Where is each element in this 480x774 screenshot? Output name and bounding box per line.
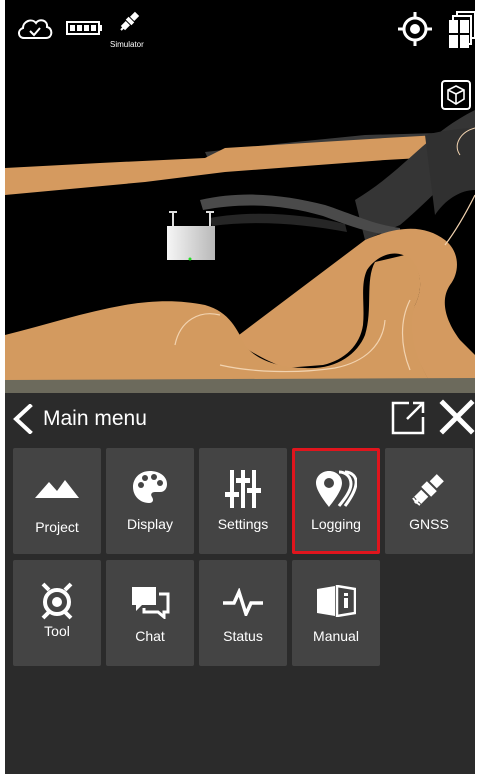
chevron-left-icon <box>13 404 33 434</box>
sliders-icon <box>225 470 261 508</box>
menu-header: Main menu <box>5 393 475 443</box>
close-icon[interactable] <box>439 399 475 435</box>
external-window-icon[interactable] <box>391 401 425 435</box>
pulse-icon <box>223 588 263 616</box>
menu-item-display[interactable]: Display <box>106 448 194 554</box>
locate-target-icon[interactable] <box>398 12 432 46</box>
menu-item-label: Settings <box>217 516 269 532</box>
palette-icon <box>133 471 167 503</box>
menu-item-project[interactable]: Project <box>13 448 101 554</box>
menu-item-label: Project <box>35 519 79 535</box>
satellite-status-label: Simulator <box>110 40 144 49</box>
menu-item-logging[interactable]: Logging <box>292 448 380 554</box>
terrain-render <box>5 110 475 393</box>
app-frame: Simulator Main menu Project Display Sett… <box>5 0 475 774</box>
manual-book-icon <box>317 585 356 617</box>
back-button[interactable]: Main menu <box>11 401 147 437</box>
tool-icon <box>41 582 73 620</box>
menu-item-gnss[interactable]: GNSS <box>385 448 473 554</box>
menu-title: Main menu <box>43 407 147 430</box>
menu-item-tool[interactable]: Tool <box>13 560 101 666</box>
satellite-icon <box>412 474 444 506</box>
mountain-icon <box>35 480 79 498</box>
battery-icon <box>66 21 102 35</box>
location-pins-icon <box>316 470 357 507</box>
menu-item-label: Chat <box>135 628 165 644</box>
menu-item-label: Manual <box>313 628 359 644</box>
layers-icon[interactable] <box>449 10 475 48</box>
main-menu-panel: Main menu Project Display Settings Loggi… <box>5 393 475 774</box>
3d-map-view[interactable]: Simulator <box>5 0 475 393</box>
menu-item-manual[interactable]: Manual <box>292 560 380 666</box>
menu-item-status[interactable]: Status <box>199 560 287 666</box>
menu-item-label: Tool <box>44 623 70 639</box>
chat-icon <box>132 587 170 619</box>
menu-item-settings[interactable]: Settings <box>199 448 287 554</box>
menu-item-label: Display <box>127 516 173 532</box>
menu-item-label: Logging <box>311 516 361 532</box>
menu-item-label: Status <box>223 628 263 644</box>
cloud-check-icon[interactable] <box>15 14 55 42</box>
menu-item-label: GNSS <box>409 516 449 532</box>
satellite-icon[interactable] <box>117 8 143 36</box>
menu-item-chat[interactable]: Chat <box>106 560 194 666</box>
3d-cube-icon[interactable] <box>441 80 471 110</box>
